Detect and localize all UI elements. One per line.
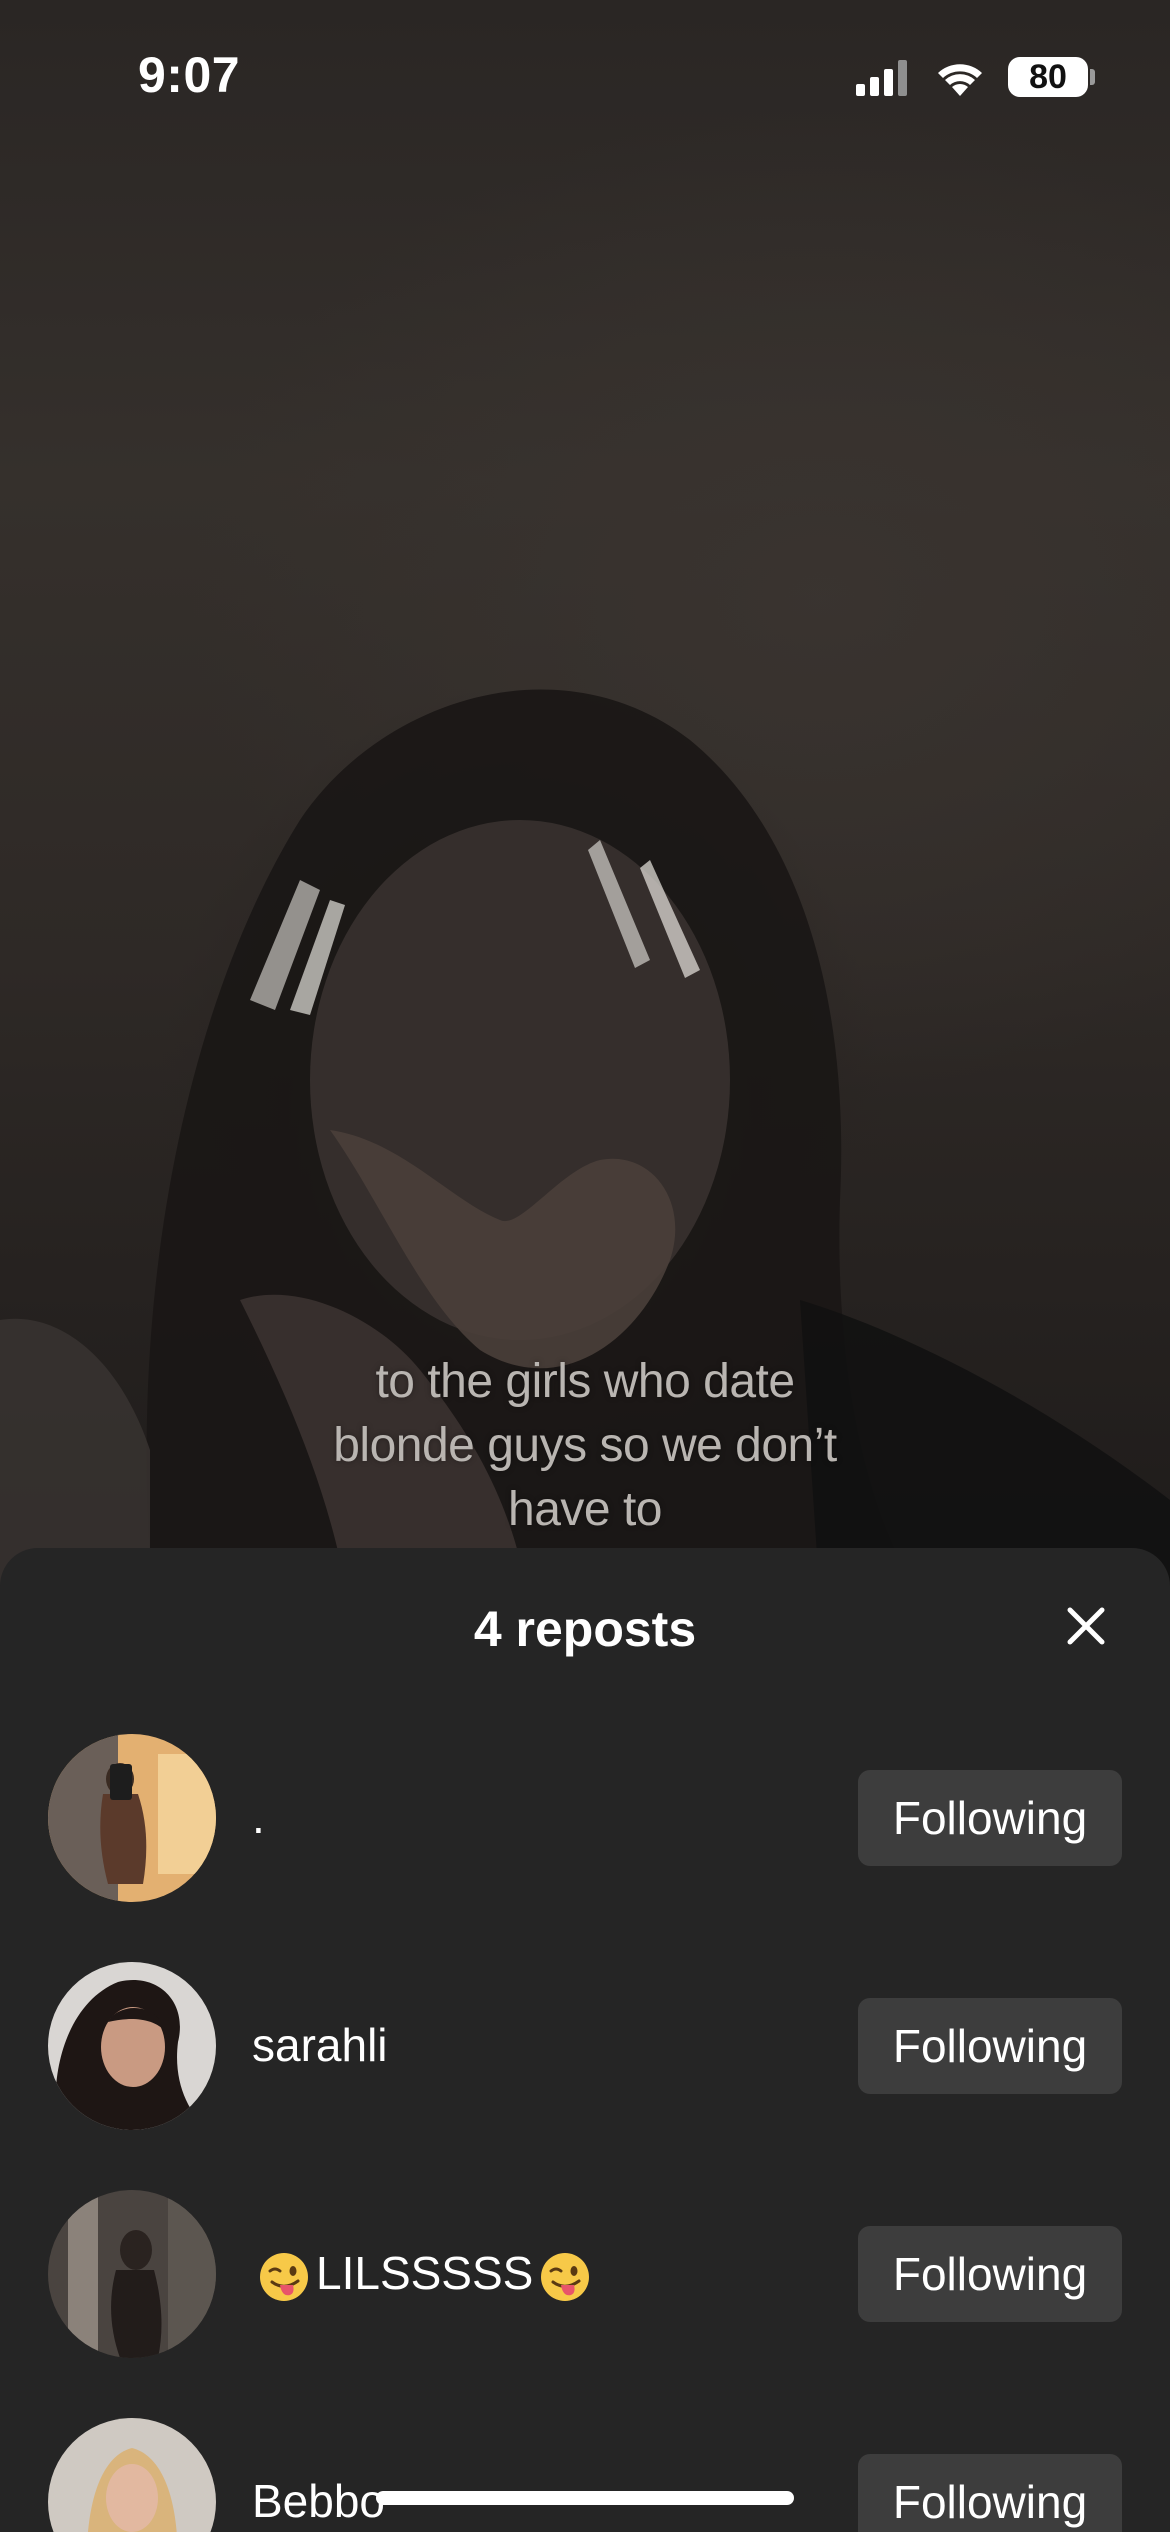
username-text: LILSSSSS — [316, 2247, 534, 2299]
cellular-signal-icon — [856, 60, 907, 96]
list-item[interactable]: sarahli Following — [0, 1962, 1170, 2152]
avatar[interactable] — [48, 2190, 216, 2358]
list-item[interactable]: LILSSSSS Following — [0, 2190, 1170, 2380]
avatar[interactable] — [48, 1962, 216, 2130]
list-item[interactable]: . Following — [0, 1734, 1170, 1924]
reposts-sheet: 4 reposts . Following sarahli Following … — [0, 1548, 1170, 2532]
following-button[interactable]: Following — [858, 2454, 1122, 2532]
status-icons — [856, 60, 982, 96]
battery-nub — [1090, 69, 1095, 85]
video-caption: to the girls who date blonde guys so we … — [333, 1355, 837, 1536]
status-time: 9:07 — [138, 47, 241, 103]
username[interactable]: LILSSSSS — [252, 2246, 597, 2303]
winking-face-with-tongue-icon — [541, 2252, 590, 2301]
following-button[interactable]: Following — [858, 1998, 1122, 2094]
wifi-icon — [938, 64, 982, 96]
repost-screen: to the girls who date blonde guys so we … — [0, 0, 1170, 2532]
following-button[interactable]: Following — [858, 2226, 1122, 2322]
following-button[interactable]: Following — [858, 1770, 1122, 1866]
avatar[interactable] — [48, 2418, 216, 2532]
winking-face-with-tongue-icon — [260, 2252, 308, 2301]
battery-icon: 80 — [1008, 57, 1088, 97]
username[interactable]: sarahli — [252, 2018, 388, 2072]
close-icon[interactable] — [1060, 1600, 1112, 1652]
avatar[interactable] — [48, 1734, 216, 1902]
username[interactable]: . — [252, 1790, 265, 1844]
username[interactable]: Bebbo — [252, 2474, 385, 2528]
list-item[interactable]: Bebbo Following — [0, 2418, 1170, 2532]
status-bar: 9:07 80 — [0, 0, 1170, 150]
video-player[interactable]: to the girls who date blonde guys so we … — [0, 0, 1170, 1600]
home-indicator[interactable] — [376, 2491, 794, 2505]
sheet-title: 4 reposts — [473, 1601, 697, 1657]
